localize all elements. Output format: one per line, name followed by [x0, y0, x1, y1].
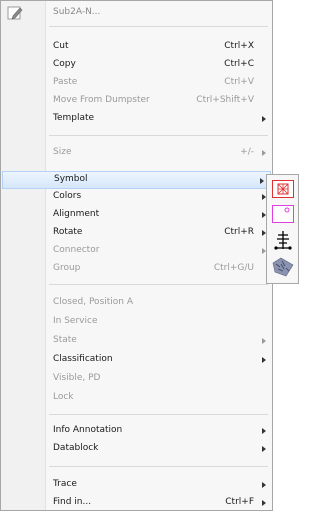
menu-item-colors[interactable]: Colors [45, 188, 272, 206]
symbol-submenu [266, 174, 299, 284]
submenu-arrow-icon [262, 150, 266, 156]
menu-item-rotate[interactable]: Rotate Ctrl+R [45, 224, 272, 242]
menu-item-visible-pd[interactable]: Visible, PD [45, 370, 272, 388]
symbol-option-4[interactable] [270, 255, 297, 277]
menu-item-lock[interactable]: Lock [45, 389, 272, 407]
menu-item-label: Connector [53, 245, 100, 255]
separator [49, 466, 268, 467]
menu-item-shortcut: Ctrl+V [224, 77, 254, 87]
submenu-arrow-icon [262, 428, 266, 434]
menu-item-label: Cut [53, 41, 69, 51]
menu-item-trace[interactable]: Trace [45, 476, 272, 494]
pencil-edit-icon [7, 5, 23, 21]
menu-item-shortcut: Ctrl+Shift+V [196, 95, 254, 105]
menu-item-label: Classification [53, 354, 113, 364]
menu-item-label: Lock [53, 392, 74, 402]
submenu-arrow-icon [260, 178, 264, 184]
red-crosshatch-box-icon [272, 180, 294, 201]
menu-item-label: Trace [53, 479, 77, 489]
menu-item-copy[interactable]: Copy Ctrl+C [45, 56, 272, 74]
menu-item-label: Symbol [54, 174, 88, 184]
menu-item-size[interactable]: Size +/- [45, 144, 272, 162]
menu-item-shortcut: Ctrl+X [224, 41, 254, 51]
menu-item-label: Datablock [53, 443, 99, 453]
submenu-arrow-icon [262, 338, 266, 344]
menu-item-label: Info Annotation [53, 425, 123, 435]
menu-item-shortcut: Ctrl+R [224, 227, 254, 237]
menu-item-label: Move From Dumpster [53, 95, 150, 105]
separator [49, 135, 268, 136]
submenu-arrow-icon [262, 116, 266, 122]
menu-header-label[interactable]: Sub2A-N... [53, 7, 100, 17]
menu-item-label: Alignment [53, 209, 100, 219]
menu-item-label: Closed, Position A [53, 297, 134, 307]
texture-pattern-icon [272, 257, 294, 280]
separator [49, 414, 268, 415]
menu-item-shortcut: Ctrl+F [225, 497, 254, 507]
menu-item-label: Visible, PD [53, 373, 101, 383]
menu-item-find-in[interactable]: Find in... Ctrl+F [45, 494, 272, 512]
menu-item-label: Template [53, 113, 95, 123]
submenu-arrow-icon [262, 446, 266, 452]
menu-item-label: Paste [53, 77, 78, 87]
menu-item-label: Copy [53, 59, 76, 69]
menu-item-label: Colors [53, 191, 82, 201]
symbol-option-2[interactable] [270, 203, 297, 225]
menu-item-symbol[interactable]: Symbol [2, 171, 271, 189]
submenu-arrow-icon [262, 500, 266, 506]
menu-item-template[interactable]: Template [45, 110, 272, 128]
menu-item-label: Find in... [53, 497, 92, 507]
menu-item-closed-position-a[interactable]: Closed, Position A [45, 294, 272, 312]
menu-item-paste[interactable]: Paste Ctrl+V [45, 74, 272, 92]
submenu-arrow-icon [262, 482, 266, 488]
switch-symbol-icon [272, 230, 294, 253]
menu-item-label: State [53, 335, 77, 345]
context-menu: Sub2A-N... Cut Ctrl+X Copy Ctrl+C Paste … [0, 0, 273, 511]
separator [49, 26, 268, 27]
menu-item-state[interactable]: State [45, 332, 272, 350]
symbol-option-1[interactable] [270, 178, 297, 200]
menu-item-shortcut: Ctrl+C [224, 59, 254, 69]
menu-item-shortcut: +/- [240, 147, 254, 157]
menu-item-cut[interactable]: Cut Ctrl+X [45, 38, 272, 56]
menu-item-in-service[interactable]: In Service [45, 313, 272, 331]
menu-item-group[interactable]: Group Ctrl+G/U [45, 260, 272, 278]
icon-gutter [1, 1, 46, 510]
menu-item-label: In Service [53, 316, 98, 326]
menu-item-label: Size [53, 147, 72, 157]
symbol-option-3[interactable] [270, 228, 297, 250]
menu-item-label: Group [53, 263, 81, 273]
magenta-box-icon [272, 205, 294, 226]
separator [49, 284, 268, 285]
menu-item-info-annotation[interactable]: Info Annotation [45, 422, 272, 440]
menu-item-connector[interactable]: Connector [45, 242, 272, 260]
submenu-arrow-icon [262, 357, 266, 363]
menu-item-move-from-dumpster[interactable]: Move From Dumpster Ctrl+Shift+V [45, 92, 272, 110]
menu-item-alignment[interactable]: Alignment [45, 206, 272, 224]
menu-item-label: Rotate [53, 227, 83, 237]
menu-item-shortcut: Ctrl+G/U [213, 263, 254, 273]
menu-item-datablock[interactable]: Datablock [45, 440, 272, 458]
menu-item-classification[interactable]: Classification [45, 351, 272, 369]
